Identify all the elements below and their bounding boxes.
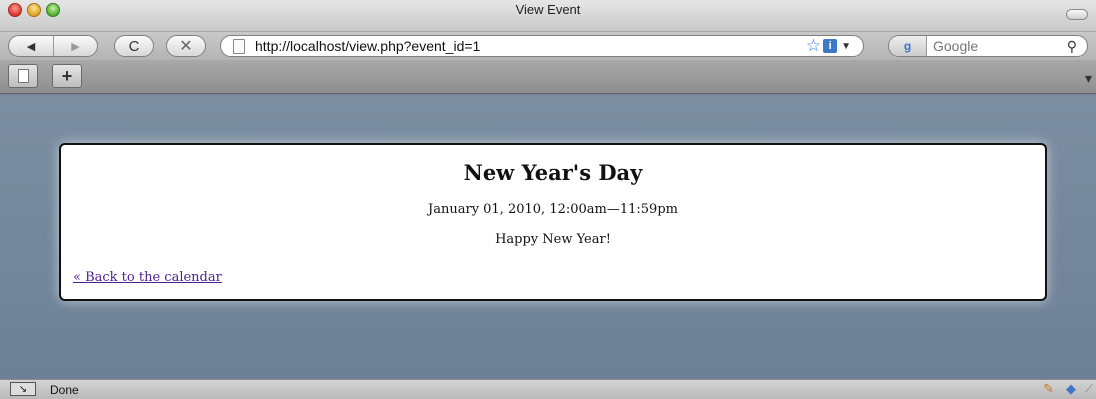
navigation-toolbar: ◀ ▶ C ✕ http://localhost/view.php?event_… — [0, 32, 1096, 60]
event-description: Happy New Year! — [495, 232, 611, 247]
back-icon: ◀ — [26, 40, 36, 53]
bookmark-star-icon[interactable]: ☆ — [806, 36, 821, 56]
stop-button[interactable]: ✕ — [166, 35, 206, 57]
search-input[interactable] — [933, 38, 1067, 54]
url-dropdown-icon[interactable]: ▼ — [841, 41, 851, 52]
page-icon — [17, 69, 29, 83]
toolbar-toggle-button[interactable] — [1066, 9, 1088, 20]
site-info-icon[interactable]: i — [823, 39, 838, 53]
forward-button[interactable]: ▶ — [52, 36, 97, 56]
addon-extension-icon[interactable]: ◆ — [1066, 381, 1076, 397]
addon-tool-icon[interactable]: ✎ — [1043, 381, 1054, 397]
window-title-text: View Event — [515, 2, 581, 17]
reload-icon: C — [128, 37, 140, 55]
status-arrow-icon: ↘ — [10, 382, 36, 396]
search-bar[interactable]: g ⚲ — [888, 35, 1088, 57]
tab-bar: + ▾ — [0, 60, 1096, 94]
status-bar: ↘ Done ✎ ◆ ⟋ — [0, 379, 1096, 399]
url-text[interactable]: http://localhost/view.php?event_id=1 — [255, 38, 806, 54]
page-content: New Year's Day January 01, 2010, 12:00am… — [0, 95, 1096, 379]
title-bar: View Event — [0, 0, 1096, 32]
back-forward-group: ◀ ▶ — [8, 35, 98, 57]
event-title: New Year's Day — [463, 160, 643, 185]
resize-grip-icon[interactable]: ⟋ — [1085, 383, 1093, 396]
address-bar[interactable]: http://localhost/view.php?event_id=1 ☆ i… — [220, 35, 864, 57]
new-tab-button[interactable]: + — [52, 64, 82, 88]
reload-button[interactable]: C — [114, 35, 154, 57]
search-engine-icon[interactable]: g — [889, 36, 927, 56]
page-icon — [233, 38, 245, 54]
search-icon[interactable]: ⚲ — [1067, 38, 1077, 55]
back-to-calendar-link[interactable]: « Back to the calendar — [73, 270, 222, 285]
event-datetime: January 01, 2010, 12:00am—11:59pm — [428, 202, 678, 217]
stop-icon: ✕ — [179, 38, 193, 55]
event-card: New Year's Day January 01, 2010, 12:00am… — [59, 143, 1047, 301]
tab-menu-icon[interactable]: ▾ — [1085, 70, 1092, 87]
tab-page-button[interactable] — [8, 64, 38, 88]
window-title: View Event — [0, 0, 1096, 32]
plus-icon: + — [61, 65, 73, 86]
back-button[interactable]: ◀ — [9, 36, 53, 56]
forward-icon: ▶ — [71, 40, 80, 53]
status-text: Done — [50, 383, 79, 397]
